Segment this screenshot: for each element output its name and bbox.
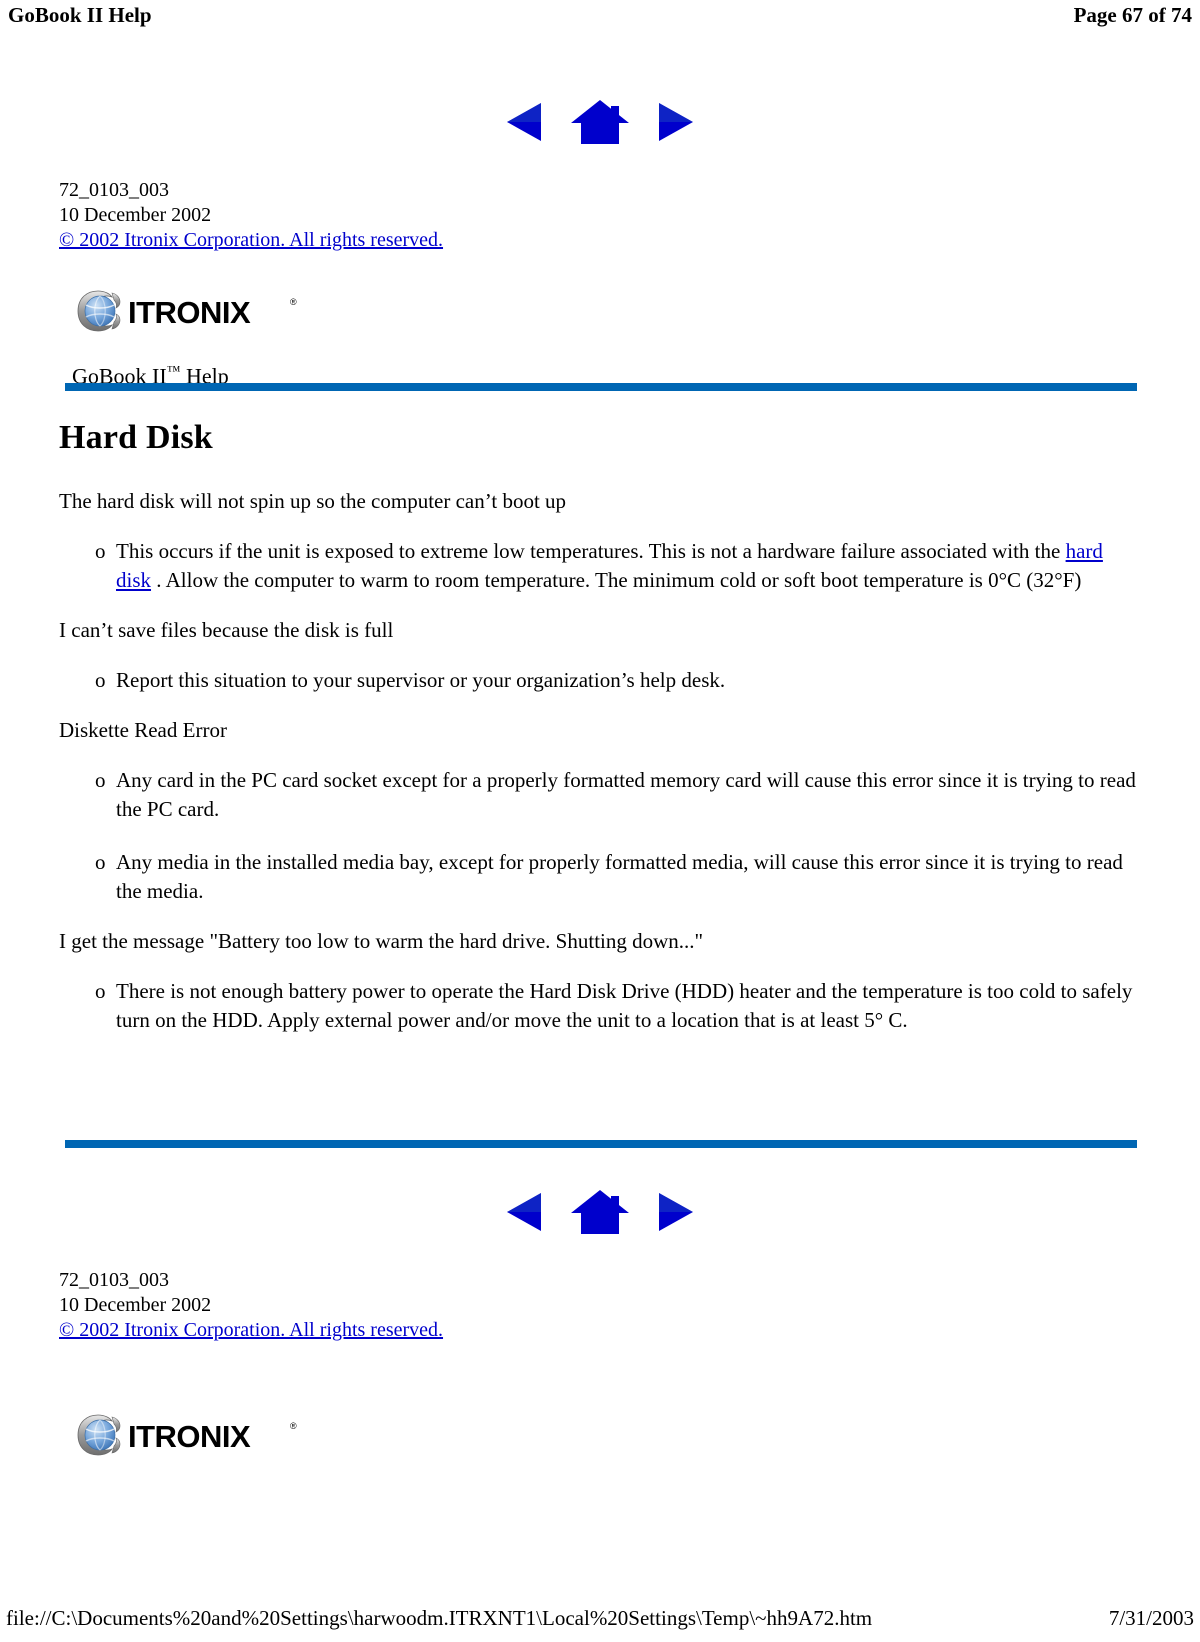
main-content: Hard Disk The hard disk will not spin up… xyxy=(59,418,1137,1057)
logo-wordmark: ITRONIX xyxy=(128,1419,251,1454)
itronix-logo-top: ITRONIX ® xyxy=(72,288,304,334)
copyright-link[interactable]: © 2002 Itronix Corporation. All rights r… xyxy=(59,1318,443,1343)
page-header: GoBook II Help Page 67 of 74 xyxy=(0,0,1200,40)
registered-mark: ® xyxy=(290,1421,297,1431)
answer-list: o Report this situation to your superviso… xyxy=(59,666,1137,695)
document-meta-top: 72_0103_003 10 December 2002 © 2002 Itro… xyxy=(59,178,443,253)
bullet-glyph-icon: o xyxy=(95,979,106,1003)
right-triangle-icon[interactable] xyxy=(657,1191,695,1233)
registered-mark: ® xyxy=(290,297,297,307)
list-item: o There is not enough battery power to op… xyxy=(59,977,1137,1035)
file-path-text: file://C:\Documents%20and%20Settings\har… xyxy=(6,1606,873,1630)
itronix-logo-bottom: ITRONIX ® xyxy=(72,1412,304,1458)
question-heading: I get the message "Battery too low to wa… xyxy=(59,929,704,953)
left-triangle-icon[interactable] xyxy=(505,101,543,143)
answer-list: o There is not enough battery power to op… xyxy=(59,977,1137,1035)
doc-number: 72_0103_003 xyxy=(59,1269,169,1291)
doc-number: 72_0103_003 xyxy=(59,179,169,201)
list-item: o Report this situation to your superviso… xyxy=(59,666,1137,695)
navigation-bar-bottom xyxy=(0,1186,1200,1238)
question-heading: Diskette Read Error xyxy=(59,718,227,742)
trademark-mark: ™ xyxy=(166,364,181,379)
list-item-text-pre: Any media in the installed media bay, ex… xyxy=(116,850,1123,903)
right-triangle-icon[interactable] xyxy=(657,101,695,143)
list-item: o Any media in the installed media bay, e… xyxy=(59,848,1137,906)
page-title: Hard Disk xyxy=(59,419,213,456)
page-header-title: GoBook II Help xyxy=(8,3,152,27)
header-divider-rule xyxy=(65,383,1137,391)
left-triangle-icon[interactable] xyxy=(505,1191,543,1233)
list-item: o This occurs if the unit is exposed to e… xyxy=(59,537,1137,595)
bullet-glyph-icon: o xyxy=(95,850,106,874)
page-footer: file://C:\Documents%20and%20Settings\har… xyxy=(0,1600,1200,1636)
home-icon[interactable] xyxy=(569,98,631,146)
page-number-indicator: Page 67 of 74 xyxy=(1073,3,1192,27)
list-item-text-pre: Any card in the PC card socket except fo… xyxy=(116,768,1136,821)
list-item-text-pre: There is not enough battery power to ope… xyxy=(116,979,1133,1032)
document-meta-bottom: 72_0103_003 10 December 2002 © 2002 Itro… xyxy=(59,1268,443,1343)
doc-date: 10 December 2002 xyxy=(59,1294,212,1316)
doc-date: 10 December 2002 xyxy=(59,204,212,226)
bullet-glyph-icon: o xyxy=(95,668,106,692)
copyright-link[interactable]: © 2002 Itronix Corporation. All rights r… xyxy=(59,228,443,253)
answer-list: o Any card in the PC card socket except f… xyxy=(59,766,1137,906)
logo-wordmark: ITRONIX xyxy=(128,295,251,330)
navigation-bar-top xyxy=(0,96,1200,148)
footer-divider-rule xyxy=(65,1140,1137,1148)
bullet-glyph-icon: o xyxy=(95,539,106,563)
print-date-text: 7/31/2003 xyxy=(1108,1606,1194,1630)
list-item-text-pre: This occurs if the unit is exposed to ex… xyxy=(116,539,1066,563)
list-item-text-pre: Report this situation to your supervisor… xyxy=(116,668,726,692)
answer-list: o This occurs if the unit is exposed to e… xyxy=(59,537,1137,595)
question-heading: The hard disk will not spin up so the co… xyxy=(59,489,567,513)
question-heading: I can’t save files because the disk is f… xyxy=(59,618,394,642)
home-icon[interactable] xyxy=(569,1188,631,1236)
list-item: o Any card in the PC card socket except f… xyxy=(59,766,1137,824)
list-item-text-post: . Allow the computer to warm to room tem… xyxy=(151,568,1082,592)
bullet-glyph-icon: o xyxy=(95,768,106,792)
